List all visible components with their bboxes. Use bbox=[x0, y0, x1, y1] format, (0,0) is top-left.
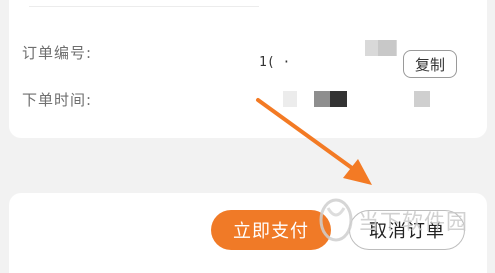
cancel-order-button[interactable]: 取消订单 bbox=[349, 210, 465, 250]
redacted-block bbox=[314, 91, 330, 107]
order-time-label: 下单时间: bbox=[22, 91, 93, 109]
copy-button-label: 复制 bbox=[414, 55, 445, 74]
order-number-value: 1( · bbox=[259, 55, 291, 70]
divider bbox=[29, 6, 259, 7]
redacted-block bbox=[414, 91, 430, 107]
cancel-order-label: 取消订单 bbox=[369, 221, 445, 242]
order-number-label: 订单编号: bbox=[22, 44, 93, 62]
pay-now-label: 立即支付 bbox=[233, 221, 309, 242]
redacted-block bbox=[330, 91, 347, 107]
pay-now-button[interactable]: 立即支付 bbox=[211, 210, 331, 250]
redacted-block bbox=[378, 40, 396, 56]
redacted-block bbox=[283, 91, 297, 107]
copy-button[interactable]: 复制 bbox=[403, 50, 457, 78]
